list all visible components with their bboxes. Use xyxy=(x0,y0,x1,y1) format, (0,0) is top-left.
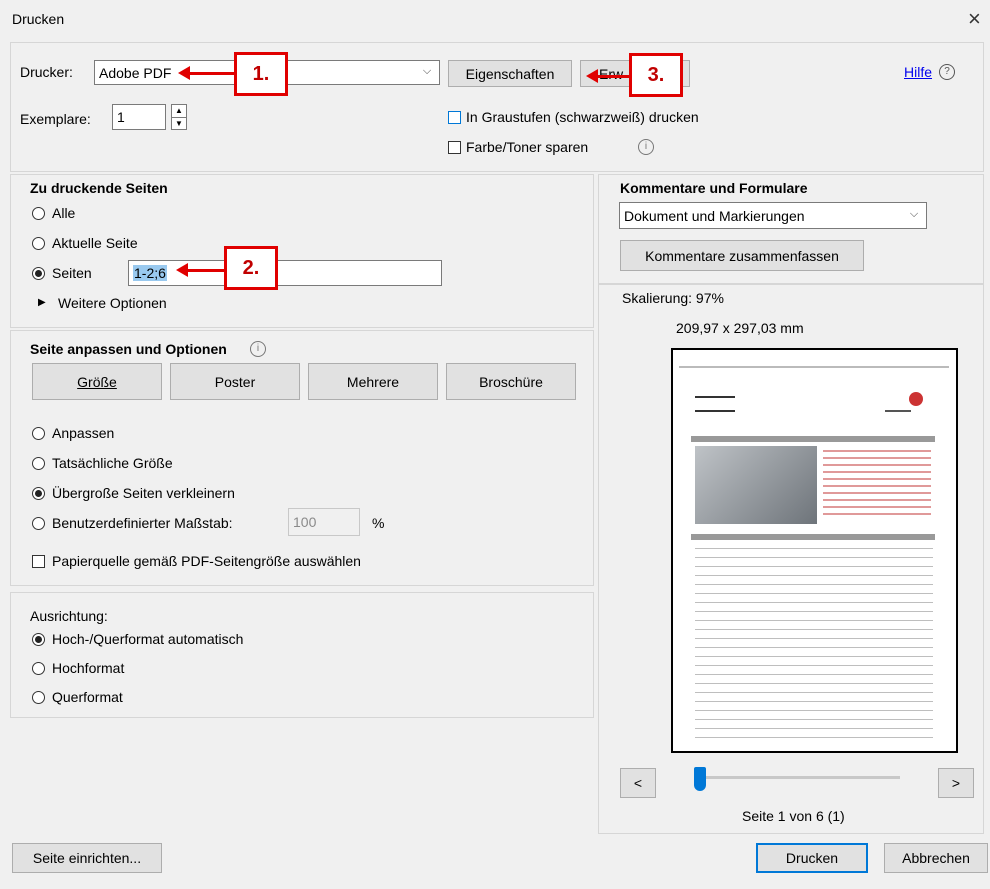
next-page-button[interactable]: > xyxy=(938,768,974,798)
close-icon[interactable]: × xyxy=(968,6,981,32)
chevron-down-icon: ⌵ xyxy=(422,65,432,77)
paper-source-label: Papierquelle gemäß PDF-Seitengröße auswä… xyxy=(52,553,361,569)
radio-custom-scale-label: Benutzerdefinierter Maßstab: xyxy=(52,515,233,531)
expand-triangle-icon[interactable]: ▶ xyxy=(38,297,46,308)
printer-select-value: Adobe PDF xyxy=(99,64,172,81)
preview-link-list xyxy=(823,450,931,520)
stepper-up-icon[interactable]: ▲ xyxy=(172,105,186,118)
print-button[interactable]: Drucken xyxy=(756,843,868,873)
tab-booklet[interactable]: Broschüre xyxy=(446,363,576,400)
copies-stepper[interactable]: ▲ ▼ xyxy=(171,104,187,130)
summarize-comments-button[interactable]: Kommentare zusammenfassen xyxy=(620,240,864,271)
annotation-3-arrowhead xyxy=(586,69,598,83)
grayscale-checkbox[interactable] xyxy=(448,111,461,124)
page-indicator: Seite 1 von 6 (1) xyxy=(742,808,845,824)
printer-label: Drucker: xyxy=(20,64,73,80)
save-toner-label: Farbe/Toner sparen xyxy=(466,139,589,155)
tab-multiple[interactable]: Mehrere xyxy=(308,363,438,400)
copies-label: Exemplare: xyxy=(20,111,91,127)
comments-select-value: Dokument und Markierungen xyxy=(624,207,805,224)
preview-topline xyxy=(679,366,949,368)
page-slider-track[interactable] xyxy=(700,776,900,779)
pages-heading: Zu druckende Seiten xyxy=(30,180,168,196)
save-toner-checkbox[interactable] xyxy=(448,141,461,154)
radio-all-label: Alle xyxy=(52,205,76,221)
paper-dimensions: 209,97 x 297,03 mm xyxy=(676,320,804,336)
radio-landscape-label: Querformat xyxy=(52,689,123,705)
chevron-down-icon: ⌵ xyxy=(909,208,919,220)
preview-body-text xyxy=(695,548,933,738)
radio-pages-label: Seiten xyxy=(52,265,92,281)
radio-current-page-label: Aktuelle Seite xyxy=(52,235,138,251)
radio-fit-label: Anpassen xyxy=(52,425,115,441)
tab-size[interactable]: Größe xyxy=(32,363,162,400)
custom-scale-value: 100 xyxy=(293,514,317,530)
sizing-heading: Seite anpassen und Optionen xyxy=(30,341,227,357)
custom-scale-input[interactable]: 100 xyxy=(288,508,360,536)
grayscale-label: In Graustufen (schwarzweiß) drucken xyxy=(466,109,699,125)
radio-portrait-label: Hochformat xyxy=(52,660,125,676)
radio-auto-orientation-label: Hoch-/Querformat automatisch xyxy=(52,631,244,647)
page-slider-thumb[interactable] xyxy=(694,767,706,791)
annotation-3-arrow-line xyxy=(596,75,630,78)
advanced-button-label: Erw xyxy=(599,65,624,82)
annotation-1-arrowhead xyxy=(178,66,190,80)
tab-poster[interactable]: Poster xyxy=(170,363,300,400)
more-options-link[interactable]: Weitere Optionen xyxy=(58,295,167,311)
radio-custom-scale[interactable] xyxy=(32,517,45,530)
radio-all[interactable] xyxy=(32,207,45,220)
page-setup-button[interactable]: Seite einrichten... xyxy=(12,843,162,873)
window-title: Drucken xyxy=(12,11,65,27)
paper-source-checkbox[interactable] xyxy=(32,555,45,568)
preview-header-bar xyxy=(691,436,935,442)
tab-size-label: Größe xyxy=(77,373,117,390)
pages-range-value: 1-2;6 xyxy=(133,265,167,281)
radio-current-page[interactable] xyxy=(32,237,45,250)
preview-section-bar xyxy=(691,534,935,540)
preview-logo-right xyxy=(885,392,923,412)
preview-hero-image xyxy=(695,446,817,524)
stepper-down-icon[interactable]: ▼ xyxy=(172,118,186,130)
annotation-1: 1. xyxy=(234,52,288,96)
radio-shrink-label: Übergroße Seiten verkleinern xyxy=(52,485,235,501)
radio-pages[interactable] xyxy=(32,267,45,280)
annotation-1-arrow-line xyxy=(188,72,234,75)
radio-auto-orientation[interactable] xyxy=(32,633,45,646)
orientation-heading: Ausrichtung: xyxy=(30,608,108,624)
preview-logo-left xyxy=(695,396,735,412)
info-icon[interactable]: i xyxy=(638,139,654,155)
comments-heading: Kommentare und Formulare xyxy=(620,180,808,196)
radio-fit[interactable] xyxy=(32,427,45,440)
percent-label: % xyxy=(372,515,385,531)
scale-readout: Skalierung: 97% xyxy=(622,290,724,306)
comments-select[interactable]: Dokument und Markierungen ⌵ xyxy=(619,202,927,229)
cancel-button[interactable]: Abbrechen xyxy=(884,843,988,873)
annotation-2-arrow-line xyxy=(186,269,224,272)
sizing-info-icon[interactable]: i xyxy=(250,341,266,357)
radio-actual-size-label: Tatsächliche Größe xyxy=(52,455,173,471)
annotation-2-arrowhead xyxy=(176,263,188,277)
prev-page-button[interactable]: < xyxy=(620,768,656,798)
radio-landscape[interactable] xyxy=(32,691,45,704)
help-link[interactable]: Hilfe xyxy=(904,64,932,80)
page-preview xyxy=(671,348,958,753)
radio-shrink[interactable] xyxy=(32,487,45,500)
radio-actual-size[interactable] xyxy=(32,457,45,470)
annotation-3: 3. xyxy=(629,53,683,97)
copies-input[interactable]: 1 xyxy=(112,104,166,130)
annotation-2: 2. xyxy=(224,246,278,290)
copies-value: 1 xyxy=(117,109,125,125)
properties-button[interactable]: Eigenschaften xyxy=(448,60,572,87)
radio-portrait[interactable] xyxy=(32,662,45,675)
help-icon[interactable]: ? xyxy=(939,64,955,80)
